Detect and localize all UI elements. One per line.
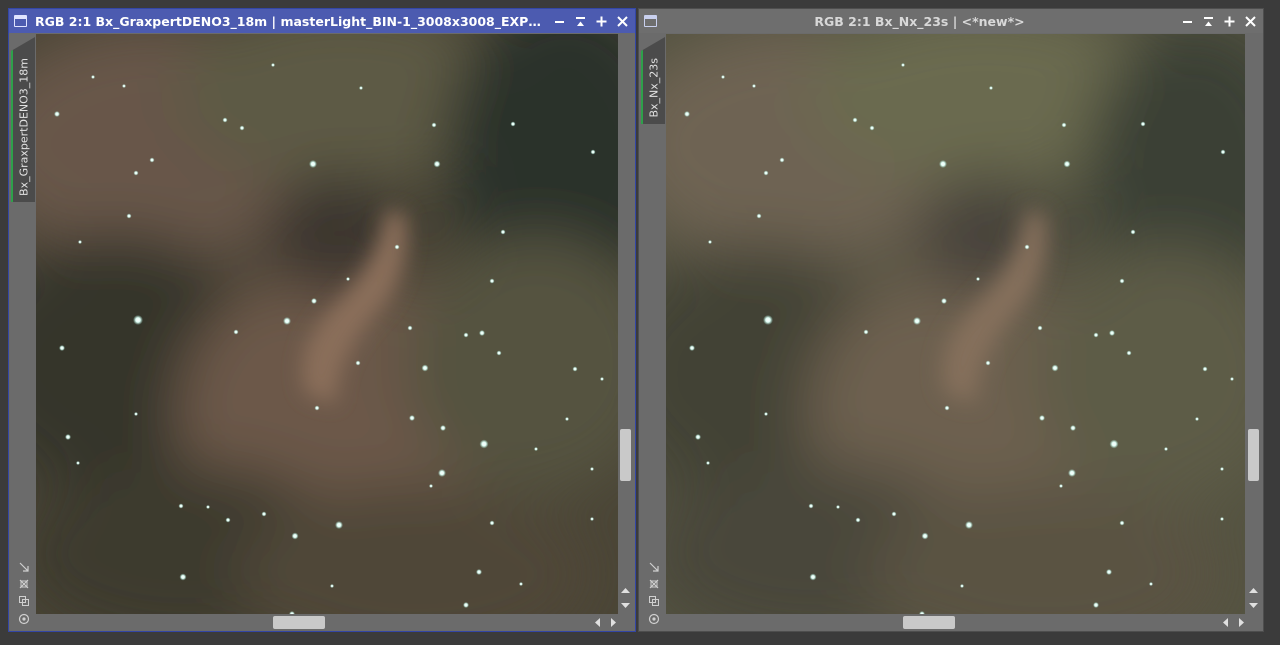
horizontal-scrollbar[interactable] <box>36 615 618 629</box>
zoom-to-fit-icon[interactable] <box>18 578 30 590</box>
vertical-scroll-thumb[interactable] <box>1248 429 1259 481</box>
window-title: RGB 2:1 Bx_GraxpertDENO3_18m | masterLig… <box>35 13 552 29</box>
maximize-icon[interactable] <box>594 14 609 29</box>
nebula-image <box>36 34 618 614</box>
minimize-icon[interactable] <box>1180 14 1195 29</box>
clone-icon[interactable] <box>648 595 660 607</box>
view-identifier-label: Bx_GraxpertDENO3_18m <box>17 58 31 196</box>
fit-view-icon[interactable] <box>648 561 660 573</box>
image-window-right[interactable]: RGB 2:1 Bx_Nx_23s | <*new*> Bx_Nx_23s <box>638 8 1264 632</box>
scroll-right-icon[interactable] <box>609 617 618 628</box>
vertical-scrollbar[interactable] <box>619 34 632 614</box>
view-identifier-tab[interactable]: Bx_GraxpertDENO3_18m <box>11 37 35 202</box>
window-title: RGB 2:1 Bx_Nx_23s | <*new*> <box>814 13 1025 29</box>
image-window-left[interactable]: RGB 2:1 Bx_GraxpertDENO3_18m | masterLig… <box>8 8 636 632</box>
title-bar[interactable]: RGB 2:1 Bx_Nx_23s | <*new*> <box>639 9 1263 33</box>
scroll-left-icon[interactable] <box>1221 617 1230 628</box>
close-icon[interactable] <box>1243 14 1258 29</box>
shade-icon[interactable] <box>573 14 588 29</box>
vertical-scrollbar[interactable] <box>1247 34 1260 614</box>
horizontal-scroll-thumb[interactable] <box>903 616 955 629</box>
scroll-up-icon[interactable] <box>1248 586 1259 595</box>
scroll-down-icon[interactable] <box>1248 601 1259 610</box>
fit-view-icon[interactable] <box>18 561 30 573</box>
image-viewport[interactable] <box>666 34 1245 614</box>
image-viewport[interactable] <box>36 34 618 614</box>
maximize-icon[interactable] <box>1222 14 1237 29</box>
vertical-scroll-thumb[interactable] <box>620 429 631 481</box>
horizontal-scrollbar[interactable] <box>666 615 1246 629</box>
target-icon[interactable] <box>648 613 660 625</box>
nebula-image <box>666 34 1245 614</box>
target-icon[interactable] <box>18 613 30 625</box>
scroll-down-icon[interactable] <box>620 601 631 610</box>
zoom-to-fit-icon[interactable] <box>648 578 660 590</box>
scroll-right-icon[interactable] <box>1237 617 1246 628</box>
window-menu-icon[interactable] <box>644 15 657 27</box>
close-icon[interactable] <box>615 14 630 29</box>
shade-icon[interactable] <box>1201 14 1216 29</box>
clone-icon[interactable] <box>18 595 30 607</box>
horizontal-scroll-thumb[interactable] <box>273 616 325 629</box>
title-bar[interactable]: RGB 2:1 Bx_GraxpertDENO3_18m | masterLig… <box>9 9 635 33</box>
scroll-up-icon[interactable] <box>620 586 631 595</box>
view-identifier-label: Bx_Nx_23s <box>647 58 661 118</box>
scroll-left-icon[interactable] <box>593 617 602 628</box>
view-identifier-tab[interactable]: Bx_Nx_23s <box>641 37 665 124</box>
window-menu-icon[interactable] <box>14 15 27 27</box>
minimize-icon[interactable] <box>552 14 567 29</box>
